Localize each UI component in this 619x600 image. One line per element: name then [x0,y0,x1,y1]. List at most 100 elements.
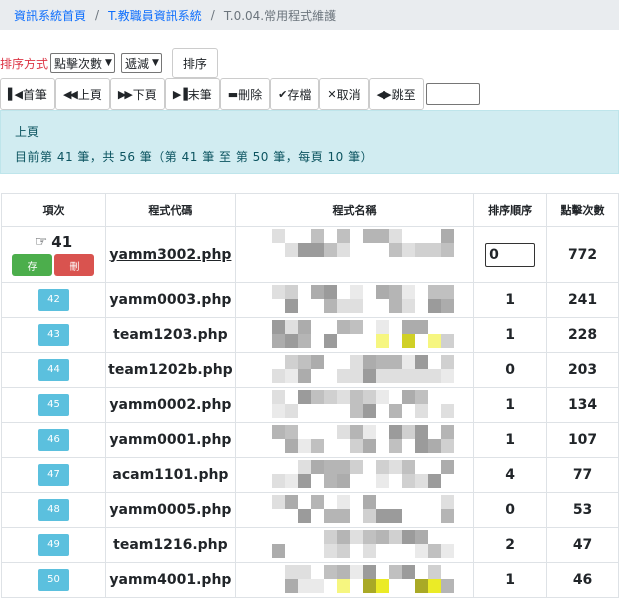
program-code: acam1101.php [104,457,236,493]
click-count: 47 [546,527,619,563]
table-row[interactable]: 43 team1203.php 1 228 [1,317,619,353]
redaction-pixel [310,390,324,404]
redaction-pixel [323,509,337,523]
redaction-pixel [271,285,285,299]
next-page-button[interactable]: ▶▶ 下頁 [109,78,165,110]
index-badge[interactable]: 46 [37,429,69,451]
sort-order: 4 [473,457,548,493]
first-record-button[interactable]: ▌◀ 首筆 [0,78,55,110]
breadcrumb-current: T.0.04.常用程式維護 [223,8,337,23]
index-badge[interactable]: 50 [37,569,69,591]
redaction-pixel [362,425,376,439]
redaction-pixel [362,495,376,509]
current-code[interactable]: yamm3002.php [104,226,236,283]
redaction-pixel [271,425,285,439]
sort-field-select[interactable]: 點擊次數 ▼ [50,53,115,73]
redaction-pixel [388,460,402,474]
sort-order: 1 [473,562,548,598]
redaction-pixel [284,334,298,348]
row-delete-button[interactable]: 刪 [54,254,95,276]
header-index[interactable]: 項次 [1,193,106,227]
index-badge[interactable]: 45 [37,394,69,416]
page-info-alert: 上頁 目前第 41 筆，共 56 筆（第 41 筆 至 第 50 筆，每頁 10… [0,110,619,174]
header-code[interactable]: 程式代碼 [104,193,236,227]
redaction-pixel [336,579,350,593]
index-badge[interactable]: 48 [37,499,69,521]
index-cell: 44 [1,352,106,388]
index-badge[interactable]: 44 [37,359,69,381]
header-name[interactable]: 程式名稱 [234,193,475,227]
redaction-pixel [284,243,298,257]
step-backward-icon: ▌◀ [8,87,23,101]
jump-input[interactable] [425,83,480,105]
redaction-pixel [375,355,389,369]
row-save-button[interactable]: 存 [12,254,53,276]
index-badge[interactable]: 47 [37,464,69,486]
index-badge[interactable]: 49 [37,534,69,556]
redaction-pixel [414,320,428,334]
breadcrumb-home[interactable]: 資訊系統首頁 [14,7,86,24]
last-record-button[interactable]: ▶▐ 末筆 [164,78,220,110]
program-name-redacted [234,457,475,493]
redaction-pixel [375,460,389,474]
breadcrumb-staff-system[interactable]: T.教職員資訊系統 [108,7,202,24]
redaction-pixel [284,320,298,334]
redacted-block [236,493,473,527]
redaction-pixel [284,579,298,593]
redaction-pixel [388,285,402,299]
header-clicks[interactable]: 點擊次數 [546,193,619,227]
index-badge[interactable]: 42 [37,289,69,311]
redaction-pixel [388,509,402,523]
save-button[interactable]: ✔ 存檔 [270,78,320,110]
click-count: 77 [546,457,619,493]
redaction-pixel [401,474,415,488]
redaction-pixel [336,495,350,509]
sort-order: 1 [473,387,548,423]
cancel-button[interactable]: ✕ 取消 [319,78,369,110]
redaction-pixel [349,320,363,334]
redaction-pixel [401,530,415,544]
redaction-pixel [375,390,389,404]
redaction-pixel [401,369,415,383]
table-row[interactable]: 45 yamm0002.php 1 134 [1,387,619,423]
index-badge[interactable]: 43 [37,324,69,346]
redaction-pixel [414,404,428,418]
redaction-pixel [284,404,298,418]
redaction-pixel [440,439,454,453]
program-code: yamm4001.php [104,562,236,598]
row-delete-label: 刪 [69,261,80,273]
arrows-h-icon: ◀▶ [376,87,392,101]
redaction-pixel [427,285,441,299]
previous-page-button[interactable]: ◀◀ 上頁 [54,78,110,110]
table-row[interactable]: 44 team1202b.php 0 203 [1,352,619,388]
program-code: yamm0002.php [104,387,236,423]
table-row[interactable]: 47 acam1101.php 4 77 [1,457,619,493]
jump-button[interactable]: ◀▶ 跳至 [368,78,424,110]
redaction-pixel [323,544,337,558]
redaction-pixel [323,460,337,474]
redaction-pixel [440,369,454,383]
chevron-down-icon: ▼ [151,58,159,68]
redaction-pixel [362,565,376,579]
redaction-pixel [375,474,389,488]
redaction-pixel [440,355,454,369]
redaction-pixel [297,579,311,593]
table-row[interactable]: 48 yamm0005.php 0 53 [1,492,619,528]
redaction-pixel [310,439,324,453]
header-order[interactable]: 排序順序 [473,193,548,227]
redaction-pixel [349,425,363,439]
redaction-pixel [362,355,376,369]
delete-button[interactable]: ▬ 刪除 [219,78,271,110]
table-row[interactable]: 50 yamm4001.php 1 46 [1,562,619,598]
table-row[interactable]: 49 team1216.php 2 47 [1,527,619,563]
table-row[interactable]: 46 yamm0001.php 1 107 [1,422,619,458]
redaction-pixel [284,299,298,313]
redacted-block [236,458,473,492]
redaction-pixel [414,439,428,453]
sort-button[interactable]: 排序 [171,48,218,78]
table-row[interactable]: 42 yamm0003.php 1 241 [1,282,619,318]
forward-icon: ▶▶ [117,87,133,101]
sort-direction-select[interactable]: 遞減 ▼ [120,53,162,73]
order-input[interactable]: 0 [485,242,536,267]
redaction-pixel [310,460,324,474]
